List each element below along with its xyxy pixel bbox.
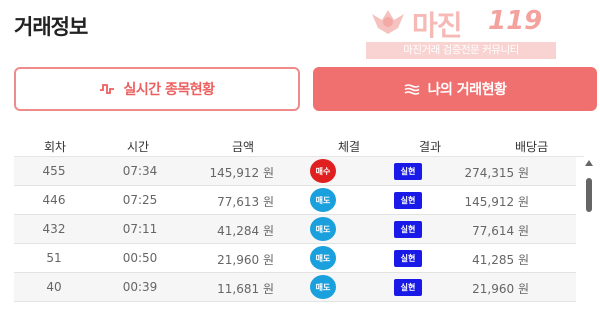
column-time: 시간 — [127, 140, 150, 154]
time-cell: 07:25 — [122, 193, 158, 207]
watermark-number: 119 — [488, 6, 543, 36]
watermark-name: 마진 — [412, 9, 463, 42]
result-cell: 실현 — [394, 221, 422, 238]
trade-badge-sell: 매도 — [310, 188, 336, 212]
amount-cell: 21,960 원 — [217, 253, 274, 267]
round-cell: 51 — [46, 251, 62, 265]
round-cell: 432 — [42, 222, 66, 236]
result-cell: 실현 — [394, 250, 422, 267]
payout-cell: 41,285 원 — [472, 253, 529, 267]
tab-my-trades[interactable]: 나의 거래현황 — [313, 67, 597, 111]
payout-cell: 77,614 원 — [472, 224, 529, 238]
eagle-emblem-icon — [372, 10, 404, 34]
amount-cell: 145,912 원 — [209, 166, 274, 180]
page-title: 거래정보 — [14, 15, 88, 39]
column-round: 회차 — [44, 140, 67, 154]
table-row: 51 00:50 21,960 원 매도 실현 41,285 원 — [14, 244, 576, 273]
time-cell: 07:34 — [122, 164, 158, 178]
waves-icon — [404, 83, 420, 95]
tab-realtime-status[interactable]: 실시간 종목현황 — [14, 67, 300, 111]
site-watermark: 마진 119 마진거래 검증전문 커뮤니티 — [366, 4, 556, 62]
column-payout: 배당금 — [515, 140, 549, 154]
result-badge: 실현 — [394, 250, 422, 267]
table-row: 446 07:25 77,613 원 매도 실현 145,912 원 — [14, 186, 576, 215]
table-row: 432 07:11 41,284 원 매도 실현 77,614 원 — [14, 215, 576, 244]
tab-my-trades-label: 나의 거래현황 — [427, 82, 507, 98]
trade-table[interactable]: 455 07:34 145,912 원 매수 실현 274,315 원 446 … — [14, 156, 584, 309]
round-cell: 446 — [42, 193, 66, 207]
amount-cell: 11,681 원 — [217, 282, 274, 296]
payout-cell: 274,315 원 — [464, 166, 529, 180]
tab-realtime-label: 실시간 종목현황 — [123, 82, 215, 98]
amount-cell: 77,613 원 — [217, 195, 274, 209]
watermark-tagline: 마진거래 검증전문 커뮤니티 — [366, 42, 556, 59]
pulse-icon — [99, 83, 115, 95]
round-cell: 40 — [46, 280, 62, 294]
result-badge: 실현 — [394, 221, 422, 238]
scroll-up-icon[interactable] — [585, 160, 593, 166]
amount-cell: 41,284 원 — [217, 224, 274, 238]
column-result: 결과 — [419, 140, 442, 154]
time-cell: 00:50 — [122, 251, 158, 265]
table-header: 회차 시간 금액 체결 결과 배당금 — [0, 134, 600, 156]
time-cell: 00:39 — [122, 280, 158, 294]
scroll-thumb[interactable] — [586, 178, 592, 212]
payout-cell: 21,960 원 — [472, 282, 529, 296]
result-cell: 실현 — [394, 279, 422, 296]
time-cell: 07:11 — [122, 222, 158, 236]
column-trade: 체결 — [338, 140, 361, 154]
trade-badge-sell: 매도 — [310, 217, 336, 241]
result-badge: 실현 — [394, 163, 422, 180]
result-cell: 실현 — [394, 192, 422, 209]
table-scrollbar[interactable] — [585, 160, 593, 309]
payout-cell: 145,912 원 — [464, 195, 529, 209]
round-cell: 455 — [42, 164, 66, 178]
result-cell: 실현 — [394, 163, 422, 180]
result-badge: 실현 — [394, 279, 422, 296]
table-row: 455 07:34 145,912 원 매수 실현 274,315 원 — [14, 157, 576, 186]
column-amount: 금액 — [232, 140, 255, 154]
trade-badge-sell: 매도 — [310, 246, 336, 270]
table-row: 40 00:39 11,681 원 매도 실현 21,960 원 — [14, 273, 576, 302]
trade-badge-buy: 매수 — [310, 159, 336, 183]
result-badge: 실현 — [394, 192, 422, 209]
trade-badge-sell: 매도 — [310, 275, 336, 299]
